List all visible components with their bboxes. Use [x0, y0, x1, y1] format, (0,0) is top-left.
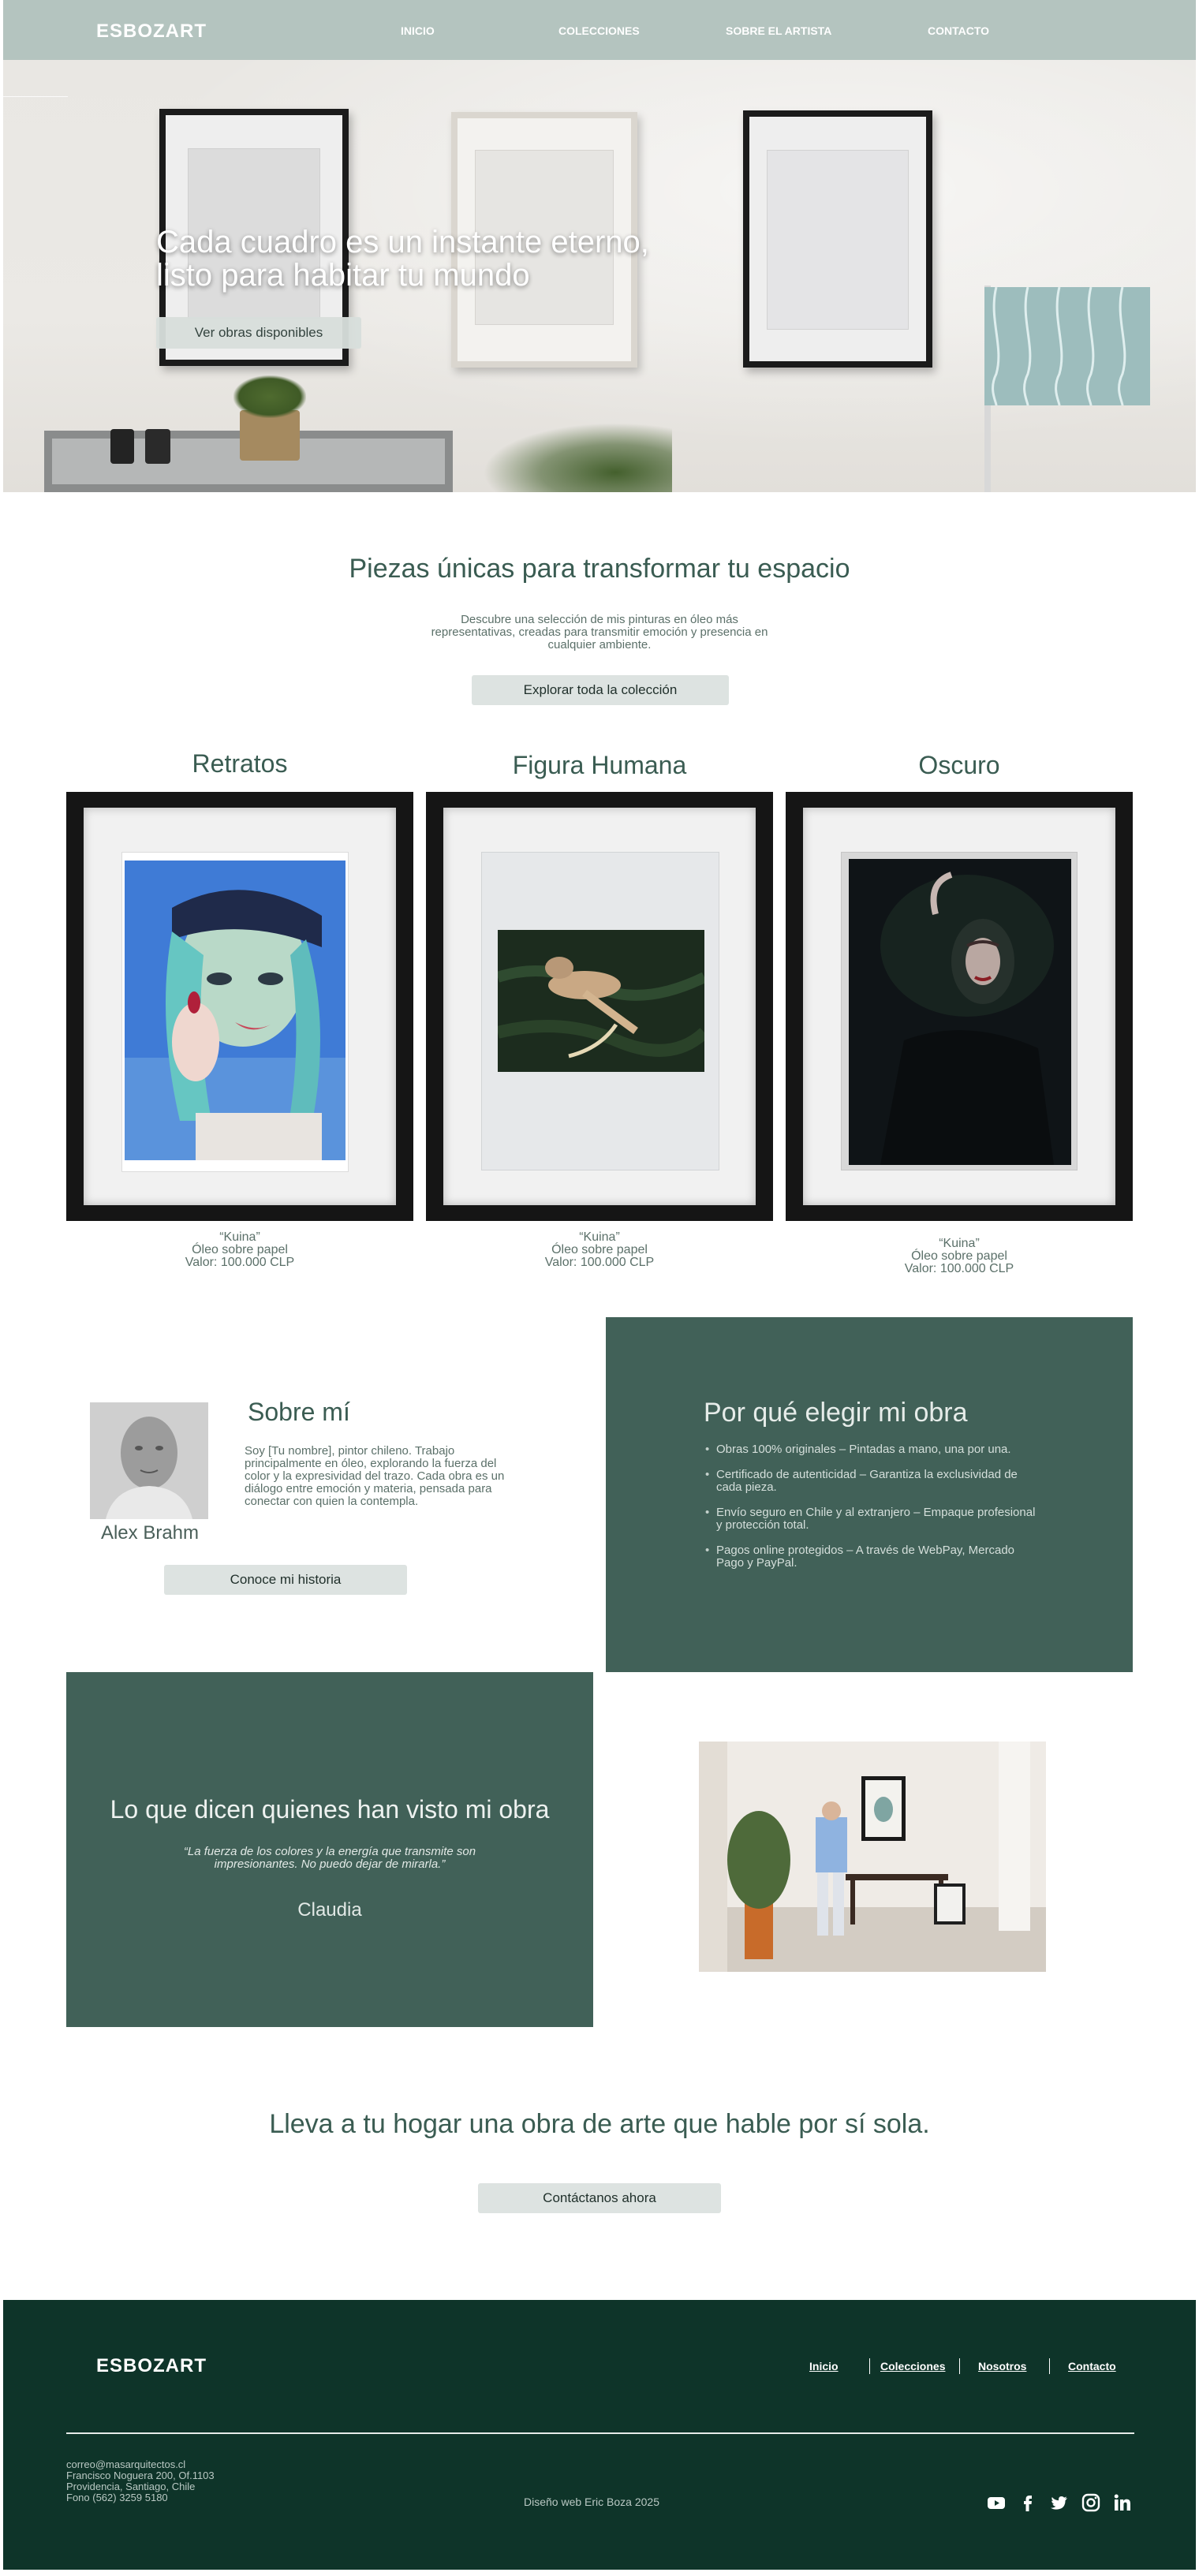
contact-now-button[interactable]: Contáctanos ahora — [478, 2183, 721, 2213]
footer-address-line-2: Providencia, Santiago, Chile — [66, 2481, 196, 2492]
artwork-name: “Kuina” — [939, 1237, 980, 1250]
artist-avatar — [90, 1402, 208, 1519]
top-navigation: ESBOZART INICIO COLECCIONES SOBRE EL ART… — [3, 0, 1196, 60]
artwork-price: Valor: 100.000 CLP — [904, 1262, 1014, 1275]
hero-headline-line-1: Cada cuadro es un instante eterno, — [156, 225, 649, 259]
footer-link-contacto[interactable]: Contacto — [1068, 2360, 1116, 2373]
artist-name: Alex Brahm — [100, 1522, 200, 1544]
artwork-mat — [443, 808, 756, 1205]
footer-link-separator — [869, 2358, 870, 2374]
artwork-card-retratos[interactable] — [66, 792, 413, 1221]
hero-frame-right — [743, 110, 932, 368]
artwork-card-figura-humana[interactable] — [426, 792, 773, 1221]
artist-portrait-photo — [90, 1402, 208, 1519]
footer-link-nosotros[interactable]: Nosotros — [978, 2360, 1026, 2373]
why-list: Obras 100% originales – Pintadas a mano,… — [705, 1443, 1037, 1582]
footer-link-inicio[interactable]: Inicio — [809, 2360, 839, 2373]
hero-plant-leaves — [233, 375, 306, 418]
artwork-medium: Óleo sobre papel — [192, 1243, 288, 1256]
nav-link-colecciones[interactable]: COLECCIONES — [558, 24, 640, 37]
dark-painting — [849, 859, 1071, 1165]
explore-collection-button[interactable]: Explorar toda la colección — [472, 675, 729, 705]
hero-vase-2 — [145, 429, 170, 464]
footer-email[interactable]: correo@masarquitectos.cl — [66, 2459, 215, 2470]
facebook-icon[interactable] — [1018, 2492, 1038, 2513]
hero-headline: Cada cuadro es un instante eterno, listo… — [156, 226, 756, 292]
why-item: Certificado de autenticidad – Garantiza … — [705, 1469, 1037, 1494]
artwork-paper — [121, 852, 349, 1172]
footer-link-separator — [959, 2358, 960, 2374]
hero-banner: Cada cuadro es un instante eterno, listo… — [3, 60, 1196, 492]
why-title: Por qué elegir mi obra — [704, 1398, 968, 1428]
about-text: Soy [Tu nombre], pintor chileno. Trabajo… — [245, 1444, 505, 1508]
hero-headline-line-2: listo para habitar tu mundo — [156, 258, 530, 293]
about-title: Sobre mí — [248, 1398, 350, 1426]
footer-credit: Diseño web Eric Boza 2025 — [524, 2496, 659, 2508]
artwork-caption-figura-humana: “Kuina” Óleo sobre papel Valor: 100.000 … — [426, 1231, 773, 1269]
instagram-icon[interactable] — [1081, 2492, 1101, 2513]
my-story-button[interactable]: Conoce mi historia — [164, 1565, 407, 1595]
site-footer: ESBOZART Inicio Colecciones Nosotros Con… — [3, 2300, 1196, 2570]
why-item: Envío seguro en Chile y al extranjero – … — [705, 1506, 1037, 1532]
why-item: Obras 100% originales – Pintadas a mano,… — [705, 1443, 1037, 1457]
category-title-oscuro: Oscuro — [918, 751, 1000, 779]
footer-contact-info: correo@masarquitectos.cl Francisco Nogue… — [66, 2459, 215, 2503]
view-works-button[interactable]: Ver obras disponibles — [156, 317, 361, 349]
artwork-paper — [481, 852, 719, 1170]
testimonial-title: Lo que dicen quienes han visto mi obra — [110, 1795, 550, 1824]
youtube-icon[interactable] — [986, 2492, 1007, 2513]
artwork-mat — [84, 808, 396, 1205]
artwork-name: “Kuina” — [219, 1230, 260, 1244]
twitter-icon[interactable] — [1049, 2492, 1070, 2513]
footer-divider — [66, 2432, 1134, 2434]
artwork-caption-oscuro: “Kuina” Óleo sobre papel Valor: 100.000 … — [786, 1238, 1133, 1275]
why-item: Pagos online protegidos – A través de We… — [705, 1544, 1037, 1570]
intro-title: Piezas únicas para transformar tu espaci… — [349, 554, 850, 584]
linkedin-icon[interactable] — [1112, 2492, 1133, 2513]
artwork-price: Valor: 100.000 CLP — [544, 1256, 655, 1269]
footer-address-line-1: Francisco Noguera 200, Of.1103 — [66, 2470, 215, 2481]
artwork-name: “Kuina” — [579, 1230, 620, 1244]
testimonial-quote: “La fuerza de los colores y la energía q… — [183, 1845, 476, 1871]
category-title-retratos: Retratos — [192, 749, 288, 778]
portrait-painting — [125, 861, 346, 1160]
hero-accent-line — [3, 96, 68, 97]
intro-description: Descubre una selección de mis pinturas e… — [431, 613, 768, 651]
artwork-paper — [841, 852, 1078, 1170]
hero-branch — [483, 423, 672, 492]
artwork-card-oscuro[interactable] — [786, 792, 1133, 1221]
figure-painting — [498, 930, 704, 1072]
footer-link-separator — [1049, 2358, 1050, 2374]
footer-link-colecciones[interactable]: Colecciones — [880, 2360, 945, 2373]
testimonial-author: Claudia — [297, 1899, 362, 1921]
artwork-medium: Óleo sobre papel — [911, 1249, 1007, 1263]
artwork-medium: Óleo sobre papel — [551, 1243, 648, 1256]
site-logo[interactable]: ESBOZART — [96, 21, 207, 43]
hero-lamp-shade — [984, 287, 1150, 405]
artwork-price: Valor: 100.000 CLP — [185, 1256, 295, 1269]
room-photo — [699, 1742, 1046, 1972]
cta-title: Lleva a tu hogar una obra de arte que ha… — [269, 2109, 930, 2139]
footer-logo[interactable]: ESBOZART — [96, 2355, 207, 2377]
artwork-mat — [803, 808, 1115, 1205]
nav-link-sobre-el-artista[interactable]: SOBRE EL ARTISTA — [726, 24, 831, 37]
artwork-caption-retratos: “Kuina” Óleo sobre papel Valor: 100.000 … — [66, 1231, 413, 1269]
nav-link-inicio[interactable]: INICIO — [401, 24, 435, 37]
footer-phone: Fono (562) 3259 5180 — [66, 2492, 168, 2503]
hero-vase-1 — [110, 429, 134, 464]
category-title-figura-humana: Figura Humana — [512, 751, 687, 779]
room-scene-illustration — [699, 1742, 1046, 1972]
nav-link-contacto[interactable]: CONTACTO — [928, 24, 989, 37]
